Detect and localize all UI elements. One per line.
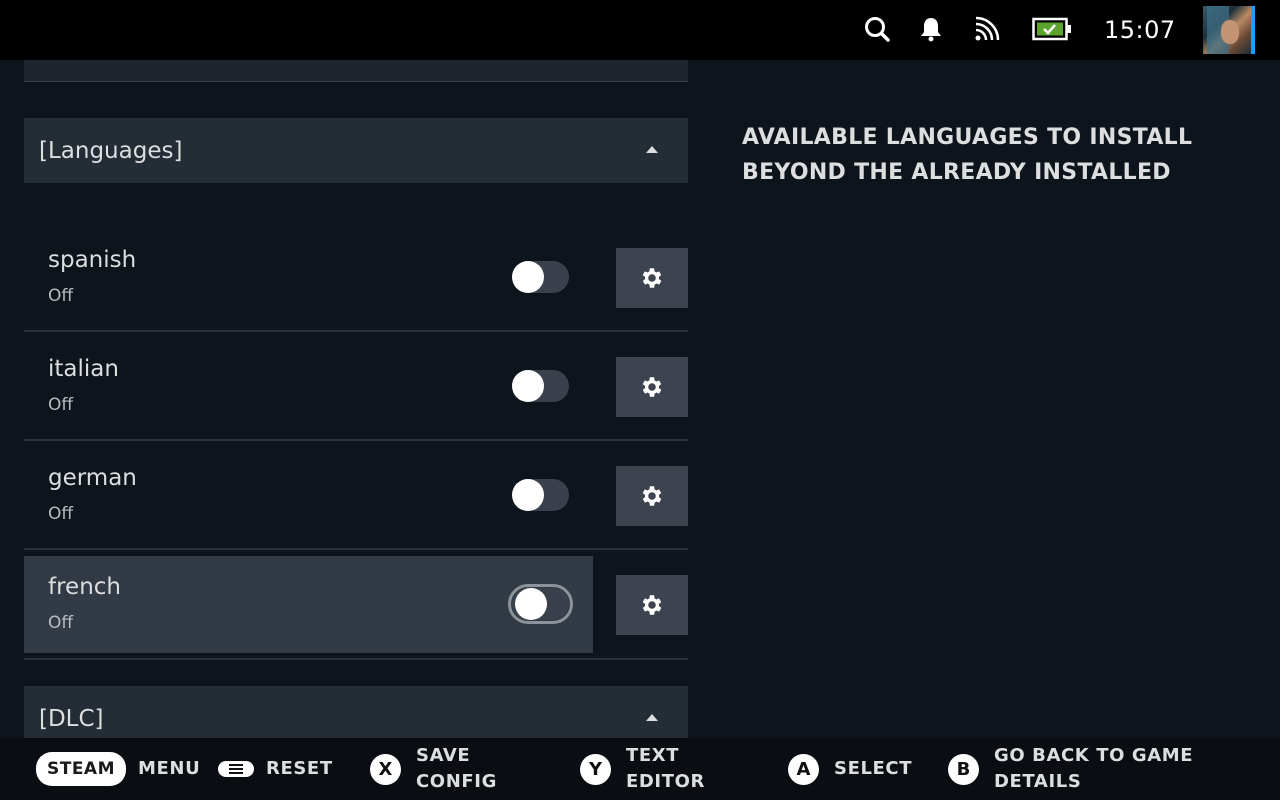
dlc-section-header[interactable]: [DLC]	[24, 686, 688, 738]
settings-list: [Languages] spanish Off italian Off germ…	[24, 60, 688, 738]
save-config-label-line1: SAVE	[416, 745, 471, 766]
focus-highlight	[24, 556, 593, 653]
cast-icon[interactable]	[972, 14, 1002, 44]
dlc-section-label: [DLC]	[39, 705, 104, 732]
italian-toggle[interactable]	[512, 370, 569, 402]
french-toggle[interactable]	[508, 584, 573, 624]
language-state: Off	[48, 504, 74, 524]
steam-button-glyph: STEAM	[36, 752, 126, 786]
languages-section-header[interactable]: [Languages]	[24, 118, 688, 183]
text-editor-hint[interactable]: Y TEXT EDITOR	[580, 738, 705, 800]
save-config-hint[interactable]: X SAVE CONFIG	[370, 738, 497, 800]
controller-hints-bar: STEAM MENU RESET X SAVE CONFIG Y TEXT ED…	[0, 738, 1280, 800]
y-button-glyph: Y	[580, 753, 611, 785]
language-row-italian[interactable]: italian Off	[24, 332, 688, 441]
spanish-toggle[interactable]	[512, 261, 569, 293]
a-button-glyph: A	[788, 753, 819, 785]
language-state: Off	[48, 286, 74, 306]
text-field[interactable]	[24, 60, 688, 82]
gear-icon	[642, 377, 662, 397]
german-settings-button[interactable]	[616, 466, 688, 526]
toggle-knob	[515, 588, 547, 620]
go-back-label-line2: DETAILS	[994, 771, 1082, 792]
language-state: Off	[48, 613, 74, 633]
language-name: italian	[48, 356, 119, 382]
select-hint[interactable]: A SELECT	[788, 738, 912, 800]
caret-up-icon	[646, 146, 658, 153]
text-editor-label-line2: EDITOR	[626, 771, 705, 792]
go-back-hint[interactable]: B GO BACK TO GAME DETAILS	[948, 738, 1193, 800]
language-name: spanish	[48, 247, 137, 273]
reset-label: RESET	[266, 758, 333, 779]
section-description: AVAILABLE LANGUAGES TO INSTALL BEYOND TH…	[742, 125, 1193, 185]
french-settings-button[interactable]	[616, 575, 688, 635]
toggle-knob	[512, 261, 544, 293]
language-row-french[interactable]: french Off	[24, 550, 688, 660]
language-row-spanish[interactable]: spanish Off	[24, 223, 688, 332]
language-name: french	[48, 574, 121, 600]
languages-section-label: [Languages]	[39, 137, 183, 164]
menu-label: MENU	[138, 758, 201, 779]
gear-icon	[642, 268, 662, 288]
reset-hint[interactable]: RESET	[218, 738, 333, 800]
search-icon[interactable]	[862, 14, 892, 44]
language-state: Off	[48, 395, 74, 415]
x-button-glyph: X	[370, 753, 401, 785]
user-avatar[interactable]	[1203, 6, 1255, 54]
toggle-knob	[512, 370, 544, 402]
italian-settings-button[interactable]	[616, 357, 688, 417]
save-config-label-line2: CONFIG	[416, 771, 497, 792]
caret-up-icon	[646, 714, 658, 721]
clock: 15:07	[1104, 16, 1176, 44]
gear-icon	[642, 486, 662, 506]
toggle-knob	[512, 479, 544, 511]
menu-button-icon	[218, 761, 254, 777]
battery-icon[interactable]	[1031, 14, 1073, 44]
go-back-label-line1: GO BACK TO GAME	[994, 745, 1194, 766]
steam-menu-hint[interactable]: STEAM MENU	[36, 738, 200, 800]
notifications-icon[interactable]	[916, 14, 946, 44]
gear-icon	[642, 595, 662, 615]
text-editor-label-line1: TEXT	[626, 745, 680, 766]
row-divider	[24, 658, 688, 660]
b-button-glyph: B	[948, 753, 979, 785]
german-toggle[interactable]	[512, 479, 569, 511]
language-row-german[interactable]: german Off	[24, 441, 688, 550]
top-bar: 15:07	[0, 0, 1280, 60]
language-name: german	[48, 465, 137, 491]
spanish-settings-button[interactable]	[616, 248, 688, 308]
select-label: SELECT	[834, 758, 913, 779]
